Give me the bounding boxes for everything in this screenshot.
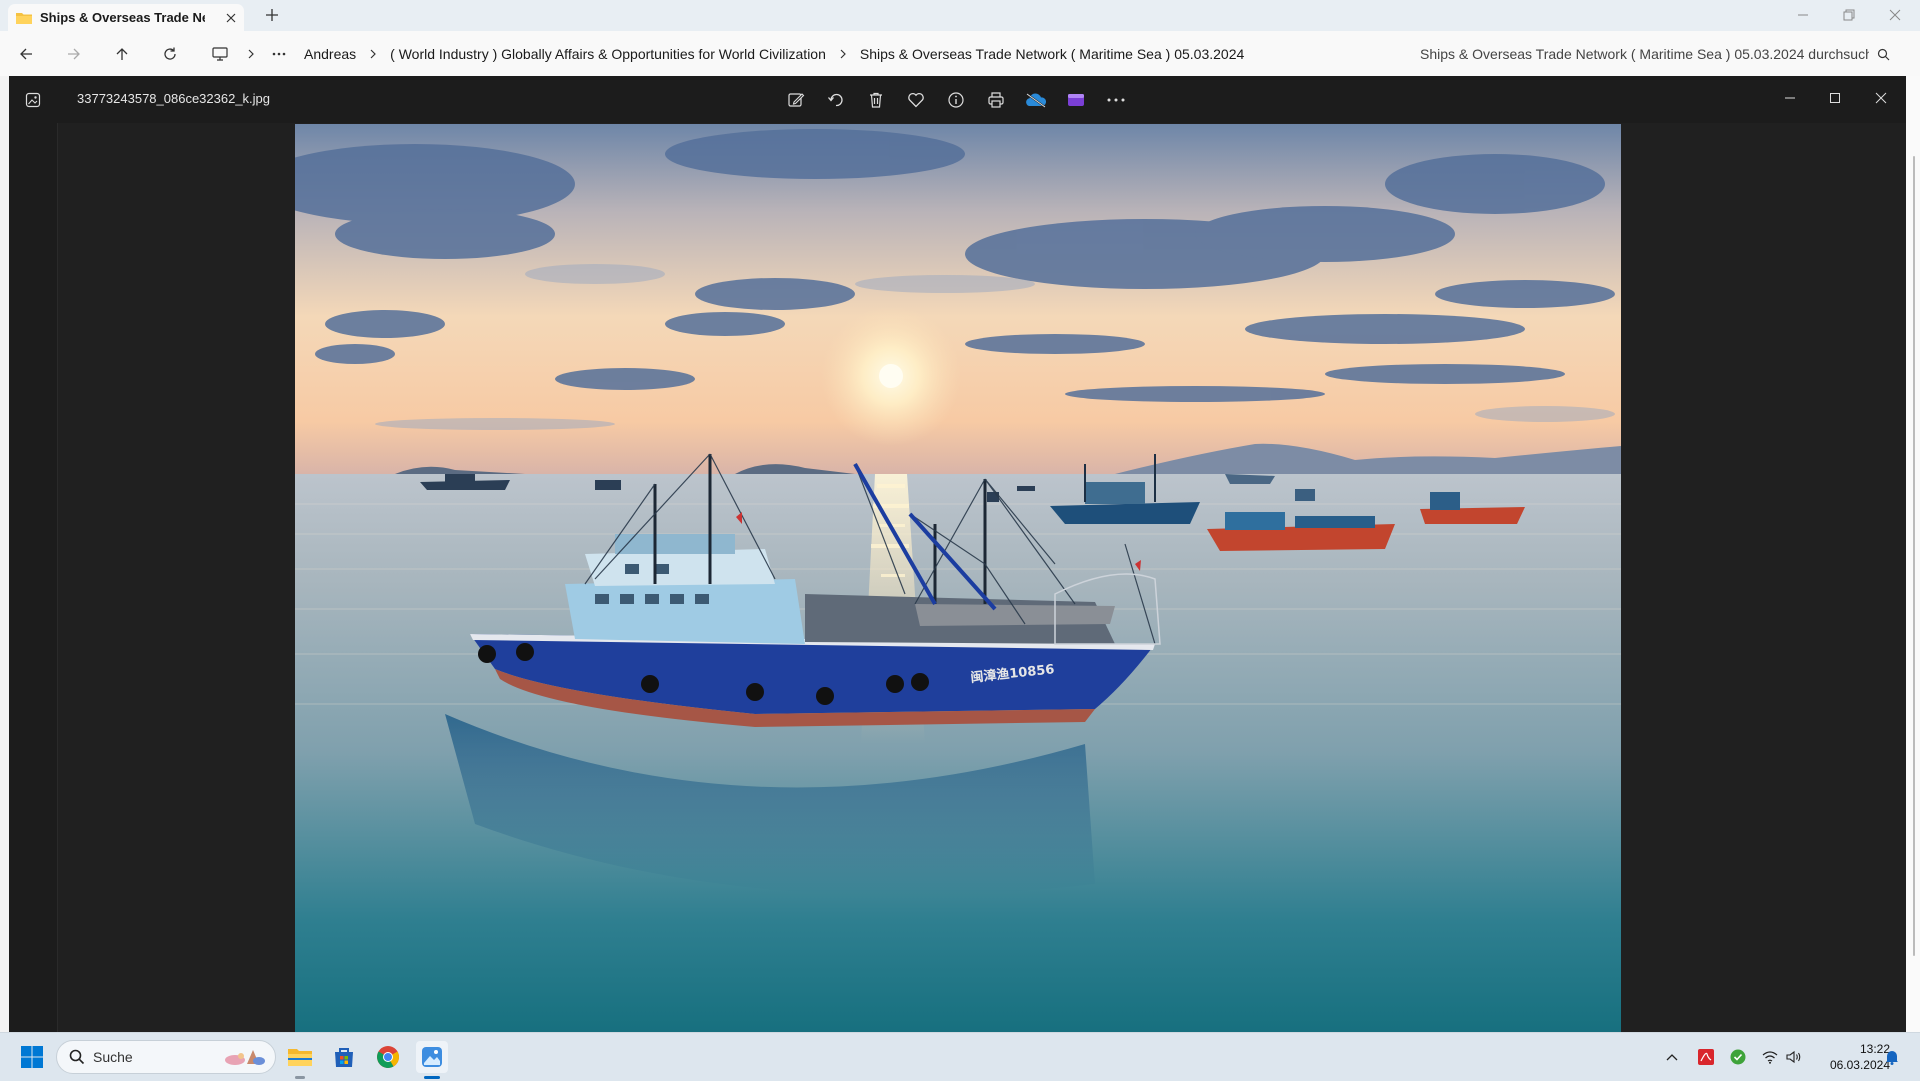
gallery-icon[interactable] bbox=[20, 87, 46, 113]
up-icon[interactable] bbox=[108, 41, 136, 67]
breadcrumb: Andreas ( World Industry ) Globally Affa… bbox=[200, 39, 1398, 69]
photo-viewer-window: 33773243578_086ce32362_k.jpg 闽漳渔10856 bbox=[9, 76, 1906, 1032]
viewer-toolbar: 33773243578_086ce32362_k.jpg bbox=[9, 76, 1906, 123]
store-icon[interactable] bbox=[328, 1041, 360, 1073]
viewer-side-rail bbox=[9, 123, 58, 1032]
explorer-tab[interactable]: Ships & Overseas Trade Netwc bbox=[8, 4, 244, 31]
chevron-up-icon[interactable] bbox=[1662, 1047, 1682, 1067]
print-icon[interactable] bbox=[983, 87, 1009, 113]
pc-icon[interactable] bbox=[200, 47, 230, 61]
viewer-maximize-icon[interactable] bbox=[1822, 85, 1848, 111]
file-name: 33773243578_086ce32362_k.jpg bbox=[77, 91, 271, 106]
photos-app-icon[interactable] bbox=[416, 1041, 448, 1079]
search-icon bbox=[1869, 48, 1900, 61]
info-icon[interactable] bbox=[943, 87, 969, 113]
explorer-address-row: Andreas ( World Industry ) Globally Affa… bbox=[0, 31, 1920, 76]
search-placeholder: Ships & Overseas Trade Network ( Maritim… bbox=[1420, 46, 1870, 62]
close-tab-icon[interactable] bbox=[226, 13, 236, 23]
minimize-window-icon[interactable] bbox=[1780, 4, 1826, 26]
wifi-icon[interactable] bbox=[1760, 1047, 1780, 1067]
rotate-icon[interactable] bbox=[823, 87, 849, 113]
clipchamp-icon[interactable] bbox=[1063, 87, 1089, 113]
viewer-close-icon[interactable] bbox=[1868, 85, 1894, 111]
search-highlight-icon bbox=[221, 1046, 275, 1068]
clock-time: 13:22 bbox=[1859, 1042, 1890, 1056]
delete-icon[interactable] bbox=[863, 87, 889, 113]
chevron-right-icon[interactable] bbox=[836, 49, 850, 59]
breadcrumb-item[interactable]: Andreas bbox=[294, 46, 366, 62]
notification-bell-icon[interactable] bbox=[1882, 1047, 1902, 1067]
clock-date: 06.03.2024 bbox=[1829, 1058, 1890, 1072]
explorer-scrollbar[interactable] bbox=[1906, 76, 1920, 1032]
edit-icon[interactable] bbox=[783, 87, 809, 113]
onedrive-icon[interactable] bbox=[1023, 87, 1049, 113]
more-icon[interactable] bbox=[1103, 87, 1129, 113]
close-window-icon[interactable] bbox=[1872, 4, 1918, 26]
chevron-right-icon[interactable] bbox=[230, 49, 258, 59]
more-path-icon[interactable] bbox=[258, 52, 294, 56]
favorite-icon[interactable] bbox=[903, 87, 929, 113]
search-icon bbox=[57, 1049, 93, 1065]
taskbar-search-label: Suche bbox=[93, 1049, 133, 1065]
security-shield-icon[interactable] bbox=[1728, 1047, 1748, 1067]
photo-image: 闽漳渔10856 bbox=[295, 124, 1621, 1032]
forward-icon[interactable] bbox=[60, 41, 88, 67]
restore-window-icon[interactable] bbox=[1826, 4, 1872, 26]
clock[interactable]: 13:22 06.03.2024 bbox=[1800, 1041, 1890, 1073]
file-explorer-icon[interactable] bbox=[284, 1041, 316, 1079]
refresh-icon[interactable] bbox=[156, 41, 184, 67]
viewer-minimize-icon[interactable] bbox=[1777, 85, 1803, 111]
folder-icon bbox=[16, 11, 32, 25]
breadcrumb-item[interactable]: ( World Industry ) Globally Affairs & Op… bbox=[380, 46, 836, 62]
back-icon[interactable] bbox=[12, 41, 40, 67]
taskbar: Suche 13:22 06.03.2024 bbox=[0, 1032, 1920, 1081]
taskbar-search-input[interactable]: Suche bbox=[56, 1040, 276, 1074]
folder-search-input[interactable]: Ships & Overseas Trade Network ( Maritim… bbox=[1408, 39, 1900, 69]
tab-title: Ships & Overseas Trade Netwc bbox=[40, 10, 205, 25]
new-tab-icon[interactable] bbox=[262, 5, 282, 25]
explorer-tab-strip: Ships & Overseas Trade Netwc bbox=[0, 0, 1920, 31]
harbor-sunset-photo: 闽漳渔10856 bbox=[295, 124, 1621, 1032]
chrome-icon[interactable] bbox=[372, 1041, 404, 1073]
breadcrumb-item[interactable]: Ships & Overseas Trade Network ( Maritim… bbox=[850, 46, 1254, 62]
start-icon[interactable] bbox=[16, 1041, 48, 1073]
chevron-right-icon[interactable] bbox=[366, 49, 380, 59]
acrobat-icon[interactable] bbox=[1696, 1047, 1716, 1067]
